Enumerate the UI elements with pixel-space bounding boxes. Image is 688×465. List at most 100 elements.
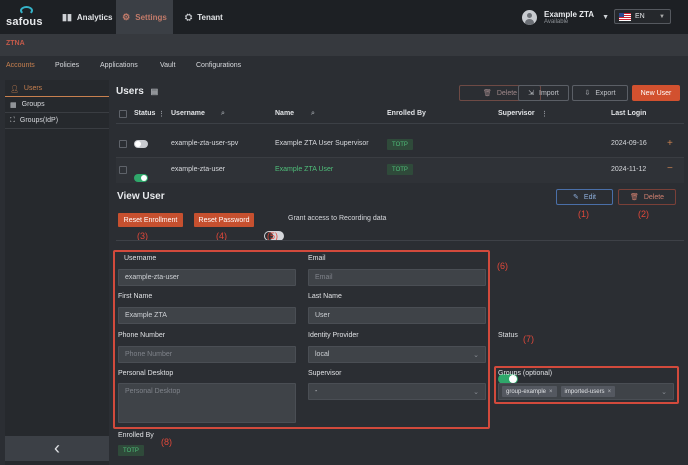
search-icon[interactable]: ⌕ [311,110,315,118]
page-title-text: Users [116,86,144,97]
us-flag-icon [619,12,631,21]
chevron-left-icon: ‹ [54,438,60,458]
enrolled-by-badge: TOTP [118,445,144,456]
row-last-login: 2024-09-16 [611,140,647,147]
row-name: Example ZTA User [275,166,334,173]
username-label: Username [124,255,157,262]
row-username: example-zta-user-spv [171,140,239,147]
email-label: Email [308,255,326,262]
edit-button[interactable]: ✎ Edit [556,189,613,205]
nav-settings[interactable]: ⚙ Settings [116,0,173,34]
row-checkbox[interactable] [119,166,127,174]
divider [116,240,684,241]
sidebar [5,80,109,465]
column-username[interactable]: Username [171,110,205,117]
nav-tenant-label: Tenant [197,12,223,22]
email-field[interactable]: Email [308,269,486,286]
group-tag-label: imported-users [564,388,605,395]
sidebar-item-label: Groups(IdP) [19,117,59,124]
groups-multiselect[interactable]: group-example × imported-users × ⌄ [498,383,674,400]
logo-mark-icon [20,6,33,15]
delete-user-button[interactable]: 🗑︎ Delete [618,189,676,205]
column-enrolled-by[interactable]: Enrolled By [387,110,426,117]
remove-tag-icon[interactable]: × [549,389,553,395]
username-field[interactable]: example-zta-user [118,269,296,286]
delete-users-label: Delete [496,89,518,97]
language-value: EN [635,13,645,20]
row-checkbox[interactable] [119,140,127,148]
select-all-checkbox[interactable] [119,110,127,118]
sidebar-item-label: Users [23,85,43,92]
import-icon: ⇲ [528,90,535,97]
bar-chart-icon: ▮▮ [62,11,72,22]
idp-groups-icon: ⛶ [10,116,15,124]
sidebar-item-groups[interactable]: ▦ Groups [5,97,109,113]
import-button[interactable]: ⇲ Import [518,85,569,101]
status-toggle-off[interactable] [134,140,148,148]
nav-analytics[interactable]: ▮▮ Analytics [62,0,112,34]
sidebar-item-users[interactable]: 👤︎ Users [5,81,109,97]
groups-label: Groups (optional) [498,370,553,377]
trash-icon: 🗑︎ [482,90,492,97]
phone-field[interactable]: Phone Number [118,346,296,363]
column-name[interactable]: Name [275,110,294,117]
group-tag[interactable]: imported-users × [560,386,616,397]
list-icon: ▤ [150,87,159,96]
expand-row-button[interactable]: + [667,138,673,149]
language-select[interactable]: EN ▼ [614,9,671,24]
sidebar-item-label: Groups [21,101,45,108]
first-name-label: First Name [118,293,153,300]
enrolled-by-label: Enrolled By [118,432,154,439]
last-name-field[interactable]: User [308,307,486,324]
gear-icon: ⚙ [122,11,131,22]
tab-applications[interactable]: Applications [100,62,138,69]
annotation-6: (6) [497,261,508,271]
filter-icon[interactable]: ⋮ [541,110,548,118]
identity-provider-value: local [315,351,330,358]
column-status[interactable]: Status [134,110,155,117]
logo-text: safous [6,16,43,28]
enrolled-badge: TOTP [387,139,413,150]
tab-configurations[interactable]: Configurations [196,62,241,69]
reset-enrollment-button[interactable]: Reset Enrollment [118,213,183,227]
status-filter-icon[interactable]: ⋮ [158,110,165,118]
nav-tenant[interactable]: ⛭ Tenant [185,0,223,34]
supervisor-select[interactable]: - ⌄ [308,383,486,400]
chevron-down-icon: ⌄ [473,351,479,359]
collapse-row-button[interactable]: − [667,163,673,174]
annotation-2: (2) [638,209,649,219]
chevron-down-icon: ▼ [602,13,610,21]
personal-desktop-textarea[interactable]: Personal Desktop [118,383,296,423]
user-menu[interactable]: Example ZTA Available ▼ [522,6,609,28]
safous-logo[interactable]: safous [6,6,50,28]
tab-policies[interactable]: Policies [55,62,79,69]
tab-vault[interactable]: Vault [160,62,175,69]
export-button[interactable]: ⇩ Export [572,85,628,101]
first-name-field[interactable]: Example ZTA [118,307,296,324]
column-supervisor[interactable]: Supervisor [498,110,535,117]
new-user-button[interactable]: New User [632,85,680,101]
row-name: Example ZTA User Supervisor [275,140,369,147]
remove-tag-icon[interactable]: × [608,389,612,395]
chevron-down-icon: ⌄ [661,388,667,396]
import-label: Import [539,89,559,97]
recording-access-label: Grant access to Recording data [288,215,387,222]
chevron-down-icon: ▼ [659,13,665,20]
collapse-sidebar-button[interactable]: ‹ [5,436,109,461]
identity-provider-select[interactable]: local ⌄ [308,346,486,363]
sidebar-item-groups-idp[interactable]: ⛶ Groups(IdP) [5,113,109,129]
reset-password-button[interactable]: Reset Password [194,213,254,227]
enrolled-badge: TOTP [387,164,413,175]
tenant-icon: ⛭ [185,11,193,22]
supervisor-value: - [315,388,318,395]
group-tag[interactable]: group-example × [502,386,557,397]
edit-label: Edit [583,193,596,201]
status-toggle-on[interactable] [134,174,148,182]
delete-user-label: Delete [643,193,665,201]
column-last-login[interactable]: Last Login [611,110,646,117]
chevron-down-icon: ⌄ [473,388,479,396]
personal-desktop-label: Personal Desktop [118,370,174,377]
search-icon[interactable]: ⌕ [221,110,225,118]
tab-accounts[interactable]: Accounts [6,62,35,69]
nav-analytics-label: Analytics [76,12,113,22]
